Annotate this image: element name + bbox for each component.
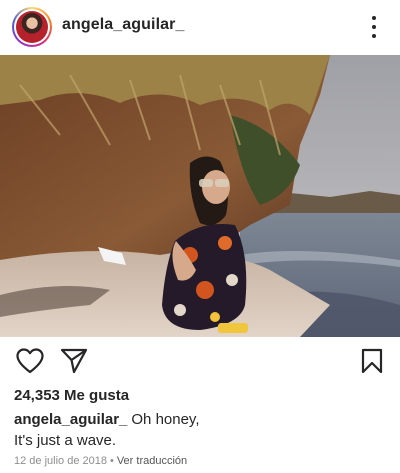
post-actions [0,337,400,383]
dot [372,34,376,38]
more-options-icon[interactable] [362,14,386,40]
dot [372,16,376,20]
caption-line-2: It's just a wave. [14,432,117,449]
caption-line-1: angela_aguilar_ Oh honey, [14,409,384,430]
post-caption: angela_aguilar_ Oh honey, It's just a wav… [14,409,384,451]
meta-separator: • [109,455,114,467]
like-button[interactable] [16,348,44,374]
heart-icon [16,348,44,374]
avatar-image [16,11,48,43]
post-meta: 12 de julio de 2018 • Ver traducción [14,455,187,467]
see-translation-link[interactable]: Ver traducción [117,455,187,467]
avatar-frame [14,9,50,45]
caption-username[interactable]: angela_aguilar_ [14,411,127,428]
send-icon [60,348,88,374]
photo-illustration [0,55,400,337]
username-link[interactable]: angela_aguilar_ [62,16,184,34]
bookmark-icon [361,348,383,374]
likes-count[interactable]: 24,353 Me gusta [14,387,129,404]
caption-text-1: Oh honey, [131,411,200,428]
share-button[interactable] [60,348,88,374]
post-header: angela_aguilar_ [0,0,400,54]
save-button[interactable] [358,348,386,374]
post-photo[interactable] [0,55,400,337]
post-date: 12 de julio de 2018 [14,455,107,467]
dot [372,25,376,29]
avatar[interactable] [12,7,52,47]
